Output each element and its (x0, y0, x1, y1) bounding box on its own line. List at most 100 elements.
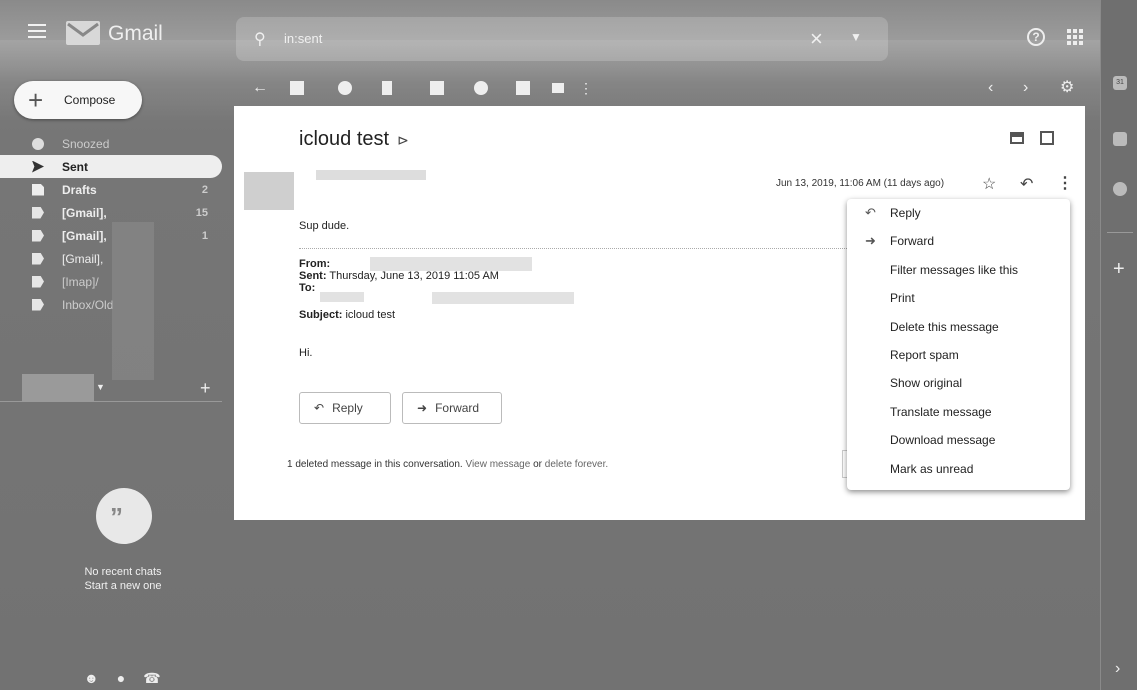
plus-icon: + (28, 85, 44, 115)
sidebar-item-label-folder[interactable]: Inbox/Old (0, 293, 222, 316)
clear-search-icon[interactable]: × (810, 26, 823, 52)
label-icon (32, 252, 44, 265)
archive-icon[interactable] (290, 81, 304, 95)
sidebar-item-label-folder[interactable]: [Gmail], 15 (0, 201, 222, 224)
label-icon (32, 298, 44, 311)
print-icon[interactable] (1010, 132, 1024, 144)
clock-icon (32, 137, 44, 150)
sidebar-item-label-folder[interactable]: [Gmail], 1 (0, 224, 222, 247)
start-chat-link[interactable]: Start a new one (0, 580, 246, 592)
open-in-new-window-icon[interactable] (1040, 131, 1054, 145)
search-icon[interactable]: ⚲ (254, 29, 266, 49)
settings-gear-icon[interactable]: ⚙ (1060, 78, 1074, 98)
quoted-sent: Sent: Thursday, June 13, 2019 11:05 AM (299, 270, 499, 282)
more-options-icon[interactable]: ⋮ (579, 78, 593, 98)
unread-count: 2 (201, 183, 208, 196)
search-input[interactable]: in:sent (284, 31, 322, 46)
forward-icon: ➜ (865, 233, 876, 248)
back-arrow-icon[interactable]: ← (252, 78, 268, 98)
keep-icon[interactable] (1113, 132, 1127, 146)
sidebar-item-label-folder[interactable]: [Imap]/ (0, 270, 222, 293)
menu-item-download[interactable]: Download message (847, 430, 1070, 450)
menu-item-translate[interactable]: Translate message (847, 402, 1070, 422)
menu-item-show-original[interactable]: Show original (847, 373, 1070, 393)
draft-icon (32, 183, 44, 196)
sidebar-nav: Snoozed Sent Drafts 2 [Gmail], 15 [Gmail… (0, 132, 222, 316)
hangouts-user-row: ▼ + (0, 372, 222, 402)
search-bar[interactable]: ⚲ in:sent × ▼ (236, 17, 888, 61)
redacted-user[interactable] (22, 374, 94, 402)
report-spam-icon[interactable] (338, 81, 352, 95)
chevron-down-icon[interactable]: ▼ (96, 382, 105, 392)
divider (1107, 232, 1133, 233)
important-marker-icon[interactable]: ⊳ (397, 132, 409, 148)
compose-button[interactable]: + Compose (14, 81, 142, 119)
menu-item-report-spam[interactable]: Report spam (847, 345, 1070, 365)
avatar (244, 172, 294, 210)
menu-item-delete[interactable]: Delete this message (847, 317, 1070, 337)
apps-grid-icon[interactable] (1067, 29, 1083, 45)
email-toolbar: ← ⋮ ‹ › ⚙ (234, 78, 1084, 100)
reply-icon: ↶ (865, 205, 876, 220)
reply-button[interactable]: ↶ Reply (299, 392, 391, 424)
sidebar-item-label: [Imap]/ (62, 274, 99, 289)
sidebar-item-drafts[interactable]: Drafts 2 (0, 178, 222, 201)
email-subject: icloud test ⊳ (299, 128, 409, 151)
reply-icon: ↶ (314, 401, 325, 415)
sidebar-item-label: [Gmail], (62, 228, 107, 243)
menu-item-mark-unread[interactable]: Mark as unread (847, 459, 1070, 479)
send-icon (32, 160, 44, 173)
sidebar-item-label: Sent (62, 159, 89, 174)
help-icon[interactable]: ? (1027, 28, 1045, 46)
gmail-logo-icon[interactable] (66, 21, 100, 45)
redacted-address (370, 257, 532, 271)
divider (299, 248, 859, 249)
reply-icon[interactable]: ↶ (1020, 174, 1033, 194)
view-message-link[interactable]: View message (465, 459, 530, 470)
add-addon-icon[interactable]: + (1113, 258, 1125, 281)
phone-icon[interactable]: ☎ (143, 670, 160, 687)
chat-bubble-icon[interactable]: ● (117, 670, 125, 687)
menu-item-print[interactable]: Print (847, 288, 1070, 308)
menu-item-forward[interactable]: ➜ Forward (847, 231, 1070, 251)
forward-button-label: Forward (435, 401, 480, 415)
search-options-icon[interactable]: ▼ (850, 30, 862, 44)
redacted-address (320, 292, 364, 302)
email-body: Sup dude. (299, 220, 350, 232)
reply-button-label: Reply (332, 401, 363, 415)
snooze-icon[interactable] (474, 81, 488, 95)
menu-item-filter[interactable]: Filter messages like this (847, 260, 1070, 280)
no-chats-text: No recent chats (84, 566, 162, 578)
sidebar-item-label-folder[interactable]: [Gmail], (0, 247, 222, 270)
main-menu-icon[interactable] (28, 24, 46, 38)
older-icon[interactable]: › (1023, 78, 1028, 98)
sidebar-item-label: [Gmail], (62, 251, 104, 266)
forward-button[interactable]: ➜ Forward (402, 392, 502, 424)
add-icon[interactable]: + (200, 378, 211, 399)
star-icon[interactable]: ☆ (982, 174, 996, 194)
sidebar-item-label: Drafts (62, 182, 97, 197)
expand-panel-icon[interactable]: › (1115, 660, 1120, 678)
hangouts-quote-icon: ” (96, 488, 152, 544)
label-icon (32, 229, 44, 242)
quoted-greeting: Hi. (299, 347, 313, 359)
quoted-from: From: (299, 258, 331, 270)
redacted-address (432, 292, 574, 304)
tasks-icon[interactable] (1113, 182, 1127, 196)
email-date: Jun 13, 2019, 11:06 AM (11 days ago) (776, 178, 945, 189)
sidebar-item-sent[interactable]: Sent (0, 155, 222, 178)
delete-icon[interactable] (382, 81, 392, 95)
menu-item-reply[interactable]: ↶ Reply (847, 203, 1070, 223)
move-to-icon[interactable] (516, 81, 530, 95)
newer-icon[interactable]: ‹ (988, 78, 993, 98)
app-name[interactable]: Gmail (108, 22, 163, 46)
calendar-icon[interactable]: 31 (1113, 76, 1127, 90)
person-icon[interactable]: ☻ (84, 670, 99, 687)
mark-unread-icon[interactable] (430, 81, 444, 95)
sidebar-item-snoozed[interactable]: Snoozed (0, 132, 222, 155)
more-vert-icon[interactable]: ⋮ (1057, 173, 1073, 193)
unread-count: 15 (195, 206, 208, 219)
label-icon[interactable] (552, 83, 564, 93)
quoted-to: To: (299, 282, 316, 294)
delete-forever-link[interactable]: delete forever. (545, 459, 608, 470)
